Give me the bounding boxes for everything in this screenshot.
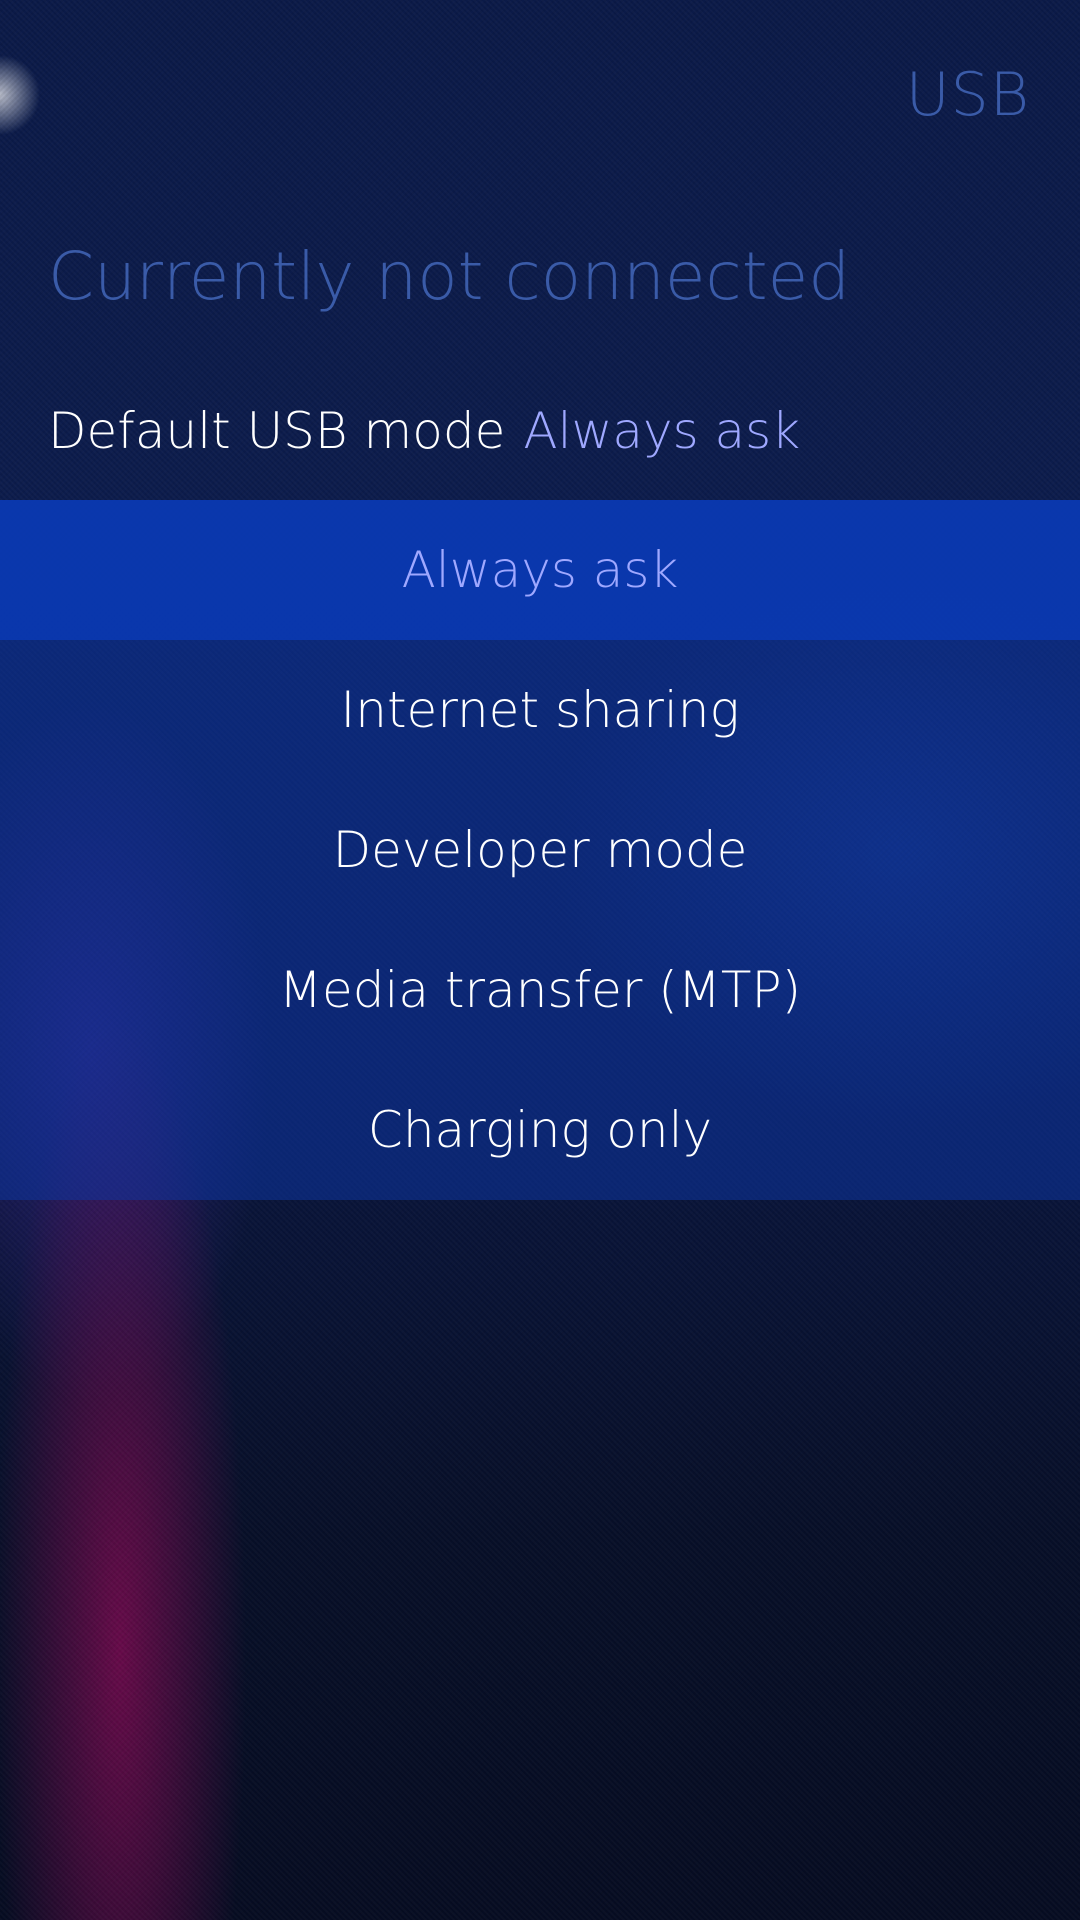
menu-item-charging-only[interactable]: Charging only (0, 1060, 1080, 1200)
usb-mode-menu: Always ask Internet sharing Developer mo… (0, 500, 1080, 1200)
menu-item-always-ask[interactable]: Always ask (0, 500, 1080, 640)
combobox-value: Always ask (523, 402, 801, 460)
combobox-label: Default USB mode (48, 402, 506, 460)
default-usb-mode-combobox[interactable]: Default USB mode Always ask (48, 402, 800, 460)
connection-status-header: Currently not connected (48, 238, 851, 315)
page-title: USB (905, 60, 1030, 130)
menu-item-internet-sharing[interactable]: Internet sharing (0, 640, 1080, 780)
menu-item-media-transfer[interactable]: Media transfer (MTP) (0, 920, 1080, 1060)
menu-item-developer-mode[interactable]: Developer mode (0, 780, 1080, 920)
